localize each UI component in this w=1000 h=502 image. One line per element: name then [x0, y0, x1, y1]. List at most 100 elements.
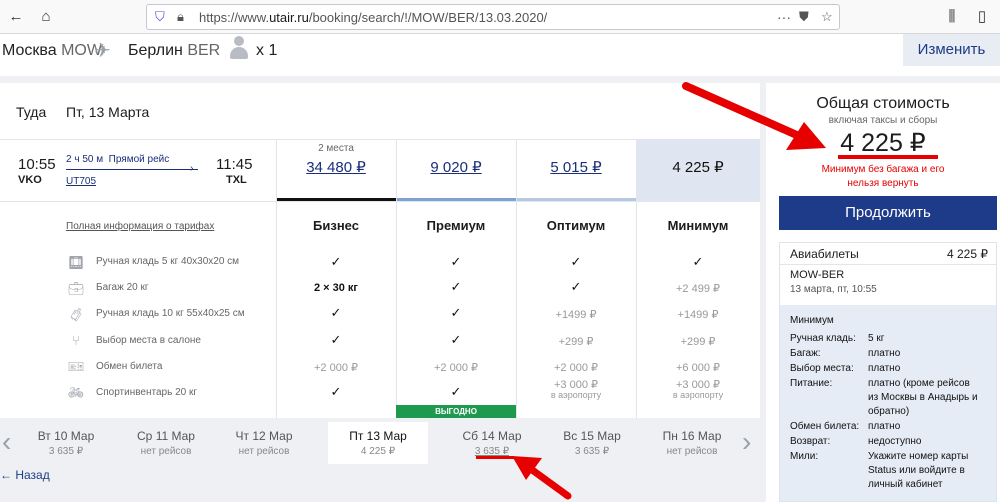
check-icon: ✓ [330, 332, 342, 347]
detail-value: личный кабинет [868, 479, 943, 490]
feature-label: Обмен билета [96, 361, 163, 372]
date-option-selected[interactable]: Пт 13 Мар 4 225 ₽ [328, 422, 428, 464]
check-icon: ✓ [330, 254, 342, 269]
pocket-icon[interactable]: ⛊ [799, 9, 809, 25]
seats-left: 2 места [318, 143, 354, 154]
arrow-right-icon: › [190, 163, 194, 174]
baggage-icon: 💼︎ [67, 281, 85, 296]
flight-line [66, 169, 198, 170]
flight-number[interactable]: UT705 [66, 176, 96, 187]
red-underline [838, 155, 938, 159]
tickets-label: Авиабилеты [790, 247, 859, 261]
summary-date: 13 марта, пт, 10:55 [790, 284, 877, 295]
continue-button[interactable]: Продолжить [779, 196, 997, 230]
detail-value: Укажите номер карты [868, 451, 969, 462]
date-option[interactable]: Ср 11 Мар нет рейсов [116, 422, 216, 464]
sidebar-icon[interactable]: ▯ [972, 7, 992, 27]
bicycle-icon: 🚲︎ [67, 385, 85, 400]
change-search-button[interactable]: Изменить [903, 34, 1000, 66]
seat-minimum: +299 ₽ [680, 336, 716, 348]
check-icon: ✓ [692, 254, 704, 269]
hand10-minimum: +1499 ₽ [677, 309, 719, 321]
fare-name-optimum: Оптимум [546, 218, 606, 233]
bag-business: 2 × 30 кг [313, 282, 359, 294]
detail-key: Выбор места: [790, 363, 854, 374]
detail-value: платно [868, 363, 901, 374]
detail-value: платно (кроме рейсов [868, 378, 970, 389]
detail-value: из Москвы в Анадырь и [868, 392, 978, 403]
fare-bar-business [277, 198, 396, 201]
route-header: Москва MOW ✈ Берлин BER x 1 [0, 34, 1000, 76]
origin: Москва MOW [2, 42, 102, 59]
check-icon: ✓ [570, 254, 582, 269]
price-premium[interactable]: 9 020 ₽ [396, 158, 516, 176]
price-optimum[interactable]: 5 015 ₽ [516, 158, 636, 176]
detail-value: Status или войдите в [868, 465, 965, 476]
exchange-business: +2 000 ₽ [313, 362, 358, 374]
flight-summary: 2 ч 50 м Прямой рейс [66, 154, 170, 165]
fare-bar-optimum [517, 198, 636, 201]
divider [780, 264, 996, 265]
bookmark-star-icon[interactable]: ☆ [821, 9, 833, 25]
feature-label: Багаж 20 кг [96, 282, 149, 293]
feature-label: Ручная кладь 10 кг 55x40x25 см [96, 308, 245, 319]
warning-line-1: Минимум без багажа и его [821, 164, 945, 175]
url-text[interactable]: https://www.utair.ru/booking/search/!/MO… [199, 10, 547, 25]
chevron-right-icon[interactable]: › [742, 426, 751, 458]
seat-optimum: +299 ₽ [558, 336, 594, 348]
red-arrow-icon [512, 456, 572, 500]
check-icon: ✓ [450, 305, 462, 320]
passenger-icon [230, 36, 248, 60]
detail-value: обратно) [868, 406, 910, 417]
fare-bar-premium [397, 198, 516, 201]
shield-icon[interactable]: ⛉ [155, 9, 165, 25]
check-icon: ✓ [450, 384, 462, 399]
chevron-left-icon[interactable]: ‹ [2, 426, 11, 458]
check-icon: ✓ [330, 384, 342, 399]
detail-key: Багаж: [790, 348, 821, 359]
library-icon[interactable]: ⫼ [942, 7, 962, 27]
feature-label: Ручная кладь 5 кг 40x30x20 см [96, 256, 240, 267]
sport-minimum-note: в аэропорту [672, 390, 724, 400]
hand-luggage-icon: 🛄︎ [67, 255, 85, 270]
date-option[interactable]: Чт 12 Мар нет рейсов [214, 422, 314, 464]
fare-column-business[interactable] [276, 139, 396, 418]
flight-date: Пт, 13 Марта [66, 104, 150, 120]
detail-key: Обмен билета: [790, 421, 860, 432]
detail-value: платно [868, 348, 901, 359]
seat-icon: ⑂ [72, 333, 80, 348]
home-icon[interactable]: ⌂ [36, 7, 56, 27]
check-icon: ✓ [570, 279, 582, 294]
price-business[interactable]: 34 480 ₽ [276, 158, 396, 176]
sport-optimum-note: в аэропорту [550, 390, 602, 400]
detail-value: 5 кг [868, 333, 885, 344]
detail-key: Питание: [790, 378, 833, 389]
exchange-premium: +2 000 ₽ [433, 362, 478, 374]
passenger-count: x 1 [256, 42, 278, 59]
date-option[interactable]: Пн 16 Мар нет рейсов [642, 422, 742, 464]
arrival-time: 11:45 [216, 156, 253, 173]
feature-label: Спортинвентарь 20 кг [96, 387, 198, 398]
fare-name-business: Бизнес [313, 218, 359, 233]
detail-key: Возврат: [790, 436, 831, 447]
tickets-price: 4 225 ₽ [947, 247, 988, 261]
red-arrow-icon [682, 82, 826, 150]
warning-line-2: нельзя вернуть [847, 178, 919, 189]
date-option[interactable]: Вт 10 Мар 3 635 ₽ [16, 422, 116, 464]
price-minimum[interactable]: 4 225 ₽ [638, 158, 758, 176]
back-arrow-icon[interactable]: ← [6, 7, 26, 27]
summary-route: MOW-BER [790, 269, 845, 281]
check-icon: ✓ [330, 305, 342, 320]
best-value-badge: ВЫГОДНО [396, 405, 516, 418]
detail-value: недоступно [868, 436, 922, 447]
more-icon[interactable]: ··· [777, 9, 791, 25]
tariff-info-link[interactable]: Полная информация о тарифах [66, 221, 214, 232]
detail-key: Ручная кладь: [790, 333, 856, 344]
fare-name-minimum: Минимум [667, 218, 729, 233]
hand10-optimum: +1499 ₽ [555, 309, 597, 321]
address-bar[interactable]: ⛉ 🔒︎ https://www.utair.ru/booking/search… [146, 4, 840, 30]
detail-value: платно [868, 421, 901, 432]
departure-airport: VKO [18, 174, 42, 186]
bag-minimum: +2 499 ₽ [675, 283, 720, 295]
back-link[interactable]: ← Назад [0, 468, 50, 482]
